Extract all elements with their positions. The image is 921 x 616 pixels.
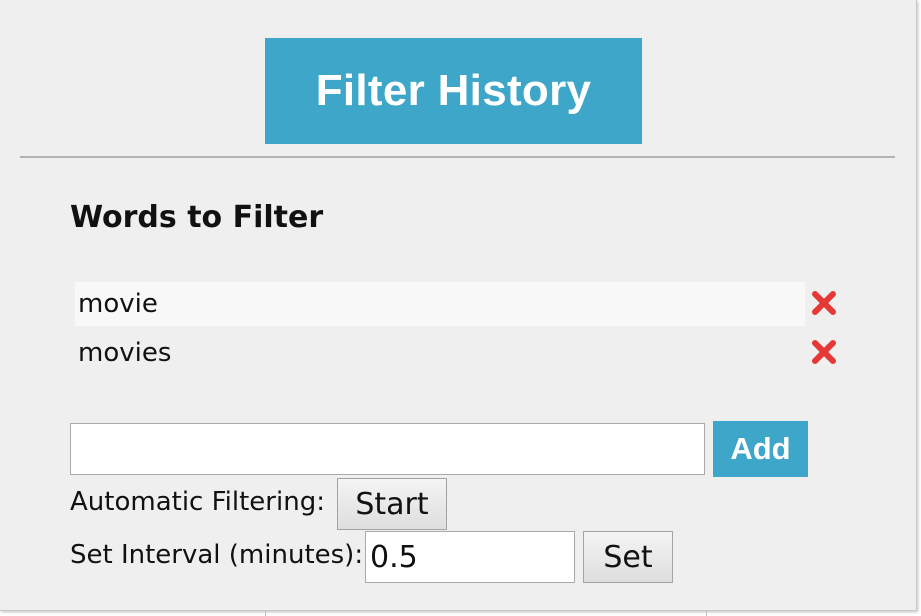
page-title: Filter History — [315, 66, 592, 115]
list-item: movies — [75, 331, 845, 380]
new-word-input[interactable] — [70, 423, 705, 475]
list-item: movie — [75, 282, 845, 331]
word-list: movie movies — [75, 282, 845, 380]
close-x-icon — [812, 340, 836, 364]
add-button[interactable]: Add — [713, 421, 808, 477]
background-divider — [265, 610, 266, 616]
header-banner: Filter History — [265, 38, 642, 144]
section-title: Words to Filter — [70, 200, 324, 235]
filter-history-popup: Filter History Words to Filter movie mov… — [0, 0, 917, 611]
remove-word-button[interactable] — [809, 337, 839, 367]
start-button[interactable]: Start — [337, 478, 447, 530]
close-x-icon — [812, 291, 836, 315]
set-button[interactable]: Set — [583, 531, 673, 583]
interval-label: Set Interval (minutes): — [70, 540, 364, 570]
word-text: movies — [78, 338, 172, 368]
remove-word-button[interactable] — [809, 288, 839, 318]
word-text: movie — [75, 282, 805, 326]
interval-input[interactable] — [365, 531, 575, 583]
background-divider — [706, 610, 707, 616]
automatic-filtering-label: Automatic Filtering: — [70, 487, 325, 517]
header-divider — [20, 156, 895, 158]
